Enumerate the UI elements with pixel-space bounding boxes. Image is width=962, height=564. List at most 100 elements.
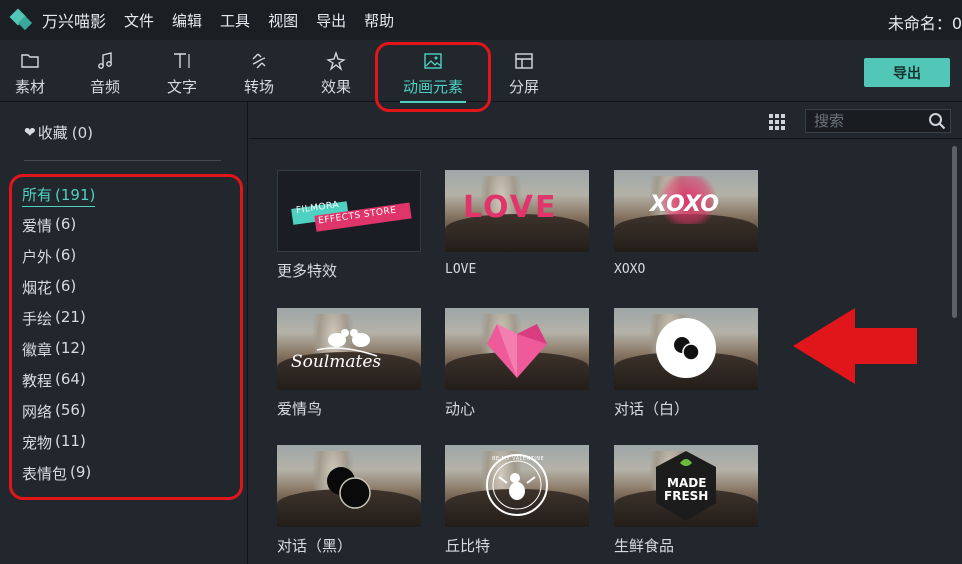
tab-transition[interactable]: 转场	[229, 50, 289, 97]
category-label: 教程	[22, 372, 53, 390]
tile-label: 生鲜食品	[614, 537, 675, 555]
speech-bubble-icon	[327, 467, 371, 509]
category-count: (6)	[55, 215, 77, 233]
content-header	[249, 102, 962, 139]
category-count: (64)	[55, 370, 86, 388]
category-hand-drawn[interactable]: 手绘 (21)	[22, 308, 95, 339]
search-icon[interactable]	[928, 112, 946, 134]
app-logo-icon	[9, 8, 34, 31]
menu-view[interactable]: 视图	[268, 10, 298, 31]
scroll-thumb[interactable]	[952, 146, 957, 318]
tab-label: 动画元素	[402, 78, 463, 96]
category-label: 徽章	[22, 341, 53, 359]
menu-edit[interactable]: 编辑	[172, 10, 202, 31]
tab-label: 转场	[243, 78, 274, 96]
tab-text[interactable]: 文字	[152, 50, 212, 97]
split-screen-icon	[494, 50, 554, 72]
valentine-badge-text: BE MY VALENTINE	[492, 456, 545, 462]
category-label: 网络	[22, 403, 53, 421]
category-count: (9)	[70, 463, 92, 481]
tile-label: 更多特效	[277, 262, 338, 280]
category-label: 户外	[22, 248, 53, 266]
category-count: (6)	[55, 277, 77, 295]
transition-icon	[229, 50, 289, 72]
tab-label: 文字	[166, 78, 197, 96]
tab-split-screen[interactable]: 分屏	[494, 50, 554, 97]
tile-thumbnail: BE MY VALENTINE	[445, 445, 589, 527]
search-input[interactable]	[806, 112, 924, 130]
document-title: 未命名：0	[887, 14, 962, 33]
effects-icon	[306, 50, 366, 72]
text-icon	[152, 50, 212, 72]
category-fireworks[interactable]: 烟花 (6)	[22, 277, 95, 308]
tile-label: XOXO	[614, 262, 646, 277]
category-label: 表情包	[22, 465, 68, 483]
favorites-item[interactable]: ❤ 收藏 (0)	[24, 122, 93, 143]
category-count: (21)	[55, 308, 86, 326]
soulmates-overlay-text: Soulmates	[291, 352, 382, 372]
category-badges[interactable]: 徽章 (12)	[22, 339, 95, 370]
app-title: 万兴喵影	[42, 12, 107, 31]
category-count: (6)	[55, 246, 77, 264]
content-scrollbar[interactable]	[948, 140, 962, 564]
category-tutorial[interactable]: 教程 (64)	[22, 370, 95, 401]
export-button[interactable]: 导出	[864, 58, 950, 87]
menu-tools[interactable]: 工具	[220, 10, 250, 31]
tab-animated-elements[interactable]: 动画元素	[392, 50, 474, 103]
tile-label: LOVE	[445, 262, 477, 277]
category-count: (191)	[55, 186, 96, 204]
favorites-count: (0)	[71, 123, 93, 142]
category-pets[interactable]: 宠物 (11)	[22, 432, 95, 463]
category-label: 手绘	[22, 310, 53, 328]
category-label: 所有	[22, 186, 53, 204]
tab-effects[interactable]: 效果	[306, 50, 366, 97]
tile-label: 爱情鸟	[277, 400, 323, 418]
tile-label: 对话（白）	[614, 400, 690, 418]
favorites-label: 收藏	[37, 124, 68, 142]
search-box	[805, 109, 951, 133]
fresh-badge-text: FRESH	[664, 489, 709, 503]
category-outdoor[interactable]: 户外 (6)	[22, 246, 95, 277]
tile-thumbnail: MADE FRESH	[614, 445, 758, 527]
tile-label: 对话（黑）	[277, 537, 353, 555]
folder-icon	[0, 50, 60, 72]
category-internet[interactable]: 网络 (56)	[22, 401, 95, 432]
media-toolbar: 素材 音频 文字 转场 效果 动画元素 分屏	[0, 40, 962, 103]
music-note-icon	[75, 50, 135, 72]
menu-file[interactable]: 文件	[124, 10, 154, 31]
tile-thumbnail: FILMORA EFFECTS STORE	[277, 170, 421, 252]
tile-thumbnail: LOVE	[445, 170, 589, 252]
category-label: 烟花	[22, 279, 53, 297]
tile-thumbnail: XOXO	[614, 170, 758, 252]
menu-export[interactable]: 导出	[316, 10, 346, 31]
tile-thumbnail	[445, 308, 589, 390]
tab-label: 效果	[320, 78, 351, 96]
sidebar-divider	[24, 160, 221, 161]
category-sidebar: ❤ 收藏 (0) 所有 (191) 爱情 (6) 户外 (6) 烟花 (6) 手绘 (21…	[0, 102, 248, 564]
tile-thumbnail: Soulmates	[277, 308, 421, 390]
image-icon	[392, 50, 474, 72]
grid-view-icon[interactable]	[769, 114, 785, 130]
category-all[interactable]: 所有 (191)	[22, 184, 96, 215]
speech-bubble-icon	[656, 318, 716, 378]
category-emoji[interactable]: 表情包 (9)	[22, 463, 95, 494]
xoxo-overlay-text: XOXO	[650, 192, 719, 217]
tab-label: 音频	[89, 78, 120, 96]
category-label: 爱情	[22, 217, 53, 235]
category-list: 所有 (191) 爱情 (6) 户外 (6) 烟花 (6) 手绘 (21) 徽章 (12) …	[22, 184, 96, 494]
tile-label: 丘比特	[445, 537, 491, 555]
tab-label: 素材	[14, 78, 45, 96]
tab-audio[interactable]: 音频	[75, 50, 135, 97]
tab-media[interactable]: 素材	[0, 50, 60, 97]
annotation-arrow-icon	[793, 308, 917, 384]
love-overlay-text: LOVE	[463, 190, 558, 225]
category-love[interactable]: 爱情 (6)	[22, 215, 95, 246]
category-count: (11)	[55, 432, 86, 450]
heart-icon	[487, 324, 547, 378]
menu-help[interactable]: 帮助	[364, 10, 394, 31]
love-birds-icon	[316, 329, 378, 357]
tile-thumbnail	[614, 308, 758, 390]
tab-label: 分屏	[508, 78, 539, 96]
category-label: 宠物	[22, 434, 53, 452]
category-count: (12)	[55, 339, 86, 357]
